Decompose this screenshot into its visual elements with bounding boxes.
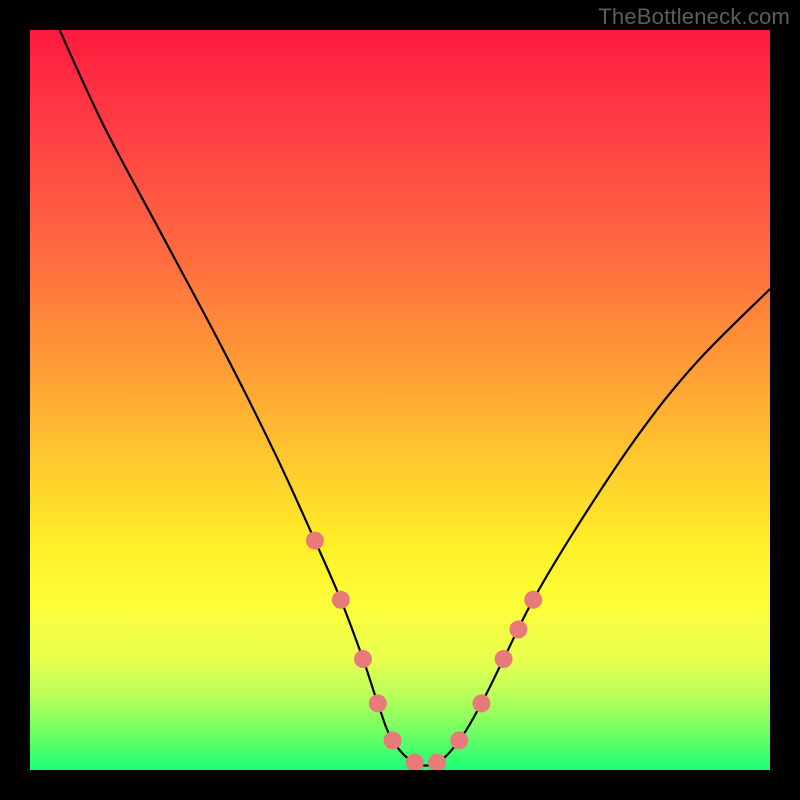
highlight-dot [472, 694, 490, 712]
highlight-dot [428, 754, 446, 770]
highlight-dot [450, 731, 468, 749]
highlight-dot [354, 650, 372, 668]
watermark-text: TheBottleneck.com [598, 4, 790, 30]
plot-area [30, 30, 770, 770]
highlight-dot [306, 532, 324, 550]
highlight-dot [369, 694, 387, 712]
highlight-dot [524, 591, 542, 609]
chart-frame: TheBottleneck.com [0, 0, 800, 800]
highlight-dot [332, 591, 350, 609]
highlight-dot [509, 620, 527, 638]
highlight-dot [406, 754, 424, 770]
curve-path [60, 30, 770, 766]
chart-svg [30, 30, 770, 770]
highlight-dots-group [306, 532, 542, 770]
highlight-dot [495, 650, 513, 668]
highlight-dot [384, 731, 402, 749]
